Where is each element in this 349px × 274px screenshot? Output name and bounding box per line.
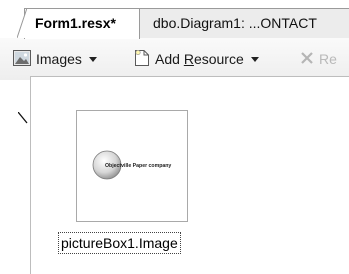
pointer-line-icon (18, 112, 28, 124)
remove-resource-label: Re (319, 51, 337, 67)
tab-diagram1[interactable]: dbo.Diagram1: ...ONTACT (139, 8, 349, 38)
resource-toolbar: Images Add Resource Re (0, 38, 349, 80)
tab-slant-decoration (17, 8, 27, 38)
resource-editor-window: Form1.resx* dbo.Diagram1: ...ONTACT Imag… (0, 0, 349, 274)
add-resource-chevron-down-icon (250, 56, 259, 62)
images-chevron-down-icon (88, 56, 97, 62)
tab-diagram1-label: dbo.Diagram1: ...ONTACT (153, 15, 317, 31)
objectville-logo-image: Objectville Paper company (92, 150, 171, 180)
images-icon (13, 49, 31, 69)
delete-x-icon (300, 51, 314, 68)
tab-form1-resx-label: Form1.resx* (35, 15, 116, 31)
tab-form1-resx[interactable]: Form1.resx* (24, 8, 140, 39)
remove-resource-button[interactable]: Re (300, 48, 337, 70)
add-resource-label-accel: R (183, 51, 194, 67)
add-resource-icon (134, 49, 150, 70)
document-tab-strip: Form1.resx* dbo.Diagram1: ...ONTACT (0, 0, 349, 39)
add-resource-label-prefix: Add (155, 51, 184, 67)
images-label: Images (36, 51, 82, 67)
resource-name-label[interactable]: pictureBox1.Image (58, 232, 181, 254)
images-dropdown-button[interactable]: Images (13, 48, 97, 70)
add-resource-dropdown-button[interactable]: Add Resource (134, 48, 259, 70)
add-resource-label-suffix: esource (193, 51, 244, 67)
logo-text: Objectville Paper company (105, 163, 171, 169)
image-resource-thumbnail[interactable]: Objectville Paper company (76, 110, 188, 222)
